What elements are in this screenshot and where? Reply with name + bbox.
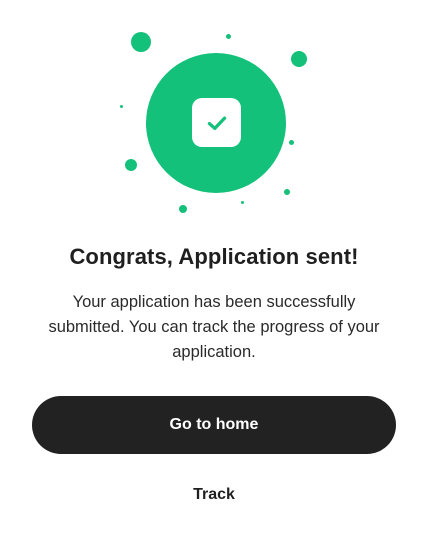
go-home-button[interactable]: Go to home bbox=[32, 396, 396, 454]
success-screen: Congrats, Application sent! Your applica… bbox=[0, 0, 428, 540]
check-badge bbox=[192, 98, 241, 147]
confetti-dot bbox=[131, 32, 151, 52]
confetti-dot bbox=[241, 201, 244, 204]
confetti-dot bbox=[226, 34, 231, 39]
check-icon bbox=[207, 116, 226, 130]
track-button[interactable]: Track bbox=[164, 480, 264, 510]
success-illustration bbox=[0, 0, 428, 230]
page-title: Congrats, Application sent! bbox=[69, 244, 359, 269]
confetti-dot bbox=[284, 189, 290, 195]
confetti-dot bbox=[120, 105, 123, 108]
confetti-dot bbox=[179, 205, 187, 213]
confetti-dot bbox=[289, 140, 294, 145]
confetti-dot bbox=[125, 159, 137, 171]
confetti-dot bbox=[291, 51, 307, 67]
success-message: Your application has been successfully s… bbox=[48, 293, 380, 361]
